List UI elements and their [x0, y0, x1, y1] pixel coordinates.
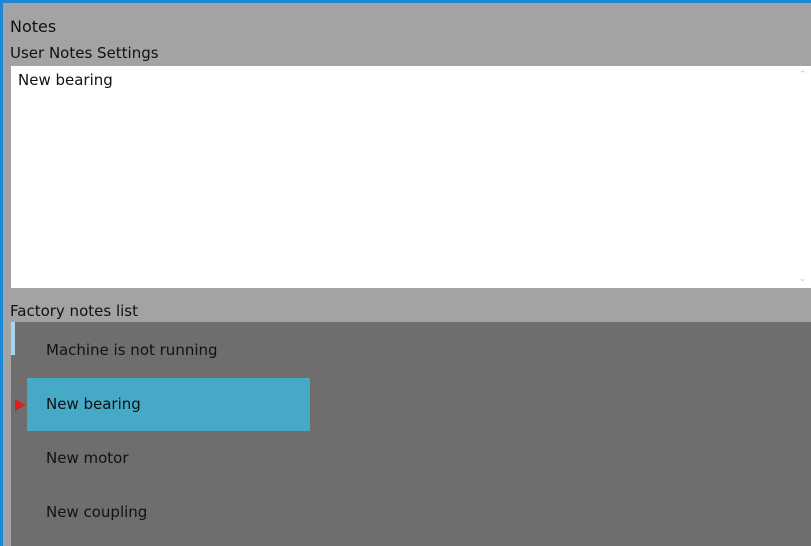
editor-scrollbar[interactable]: ⌃ ⌄ [794, 66, 811, 288]
triangle-right-icon [15, 399, 26, 411]
page-title: Notes [10, 17, 57, 36]
notes-window: Notes User Notes Settings New bearing ⌃ … [0, 0, 811, 546]
list-item-new-coupling[interactable]: New coupling [27, 486, 310, 539]
list-item-machine-not-running[interactable]: Machine is not running [27, 324, 310, 377]
user-notes-textarea[interactable]: New bearing ⌃ ⌄ [11, 66, 811, 288]
factory-notes-list: Machine is not running New bearing New m… [11, 322, 811, 546]
user-notes-text: New bearing [18, 71, 113, 89]
list-item-new-bearing[interactable]: New bearing [27, 378, 310, 431]
list-item-new-motor[interactable]: New motor [27, 432, 310, 485]
chevron-down-icon[interactable]: ⌄ [794, 272, 811, 286]
list-scroll-indicator [11, 322, 15, 355]
factory-notes-list-label: Factory notes list [10, 302, 138, 320]
chevron-up-icon[interactable]: ⌃ [794, 68, 811, 82]
section-title-user-notes: User Notes Settings [10, 44, 159, 62]
